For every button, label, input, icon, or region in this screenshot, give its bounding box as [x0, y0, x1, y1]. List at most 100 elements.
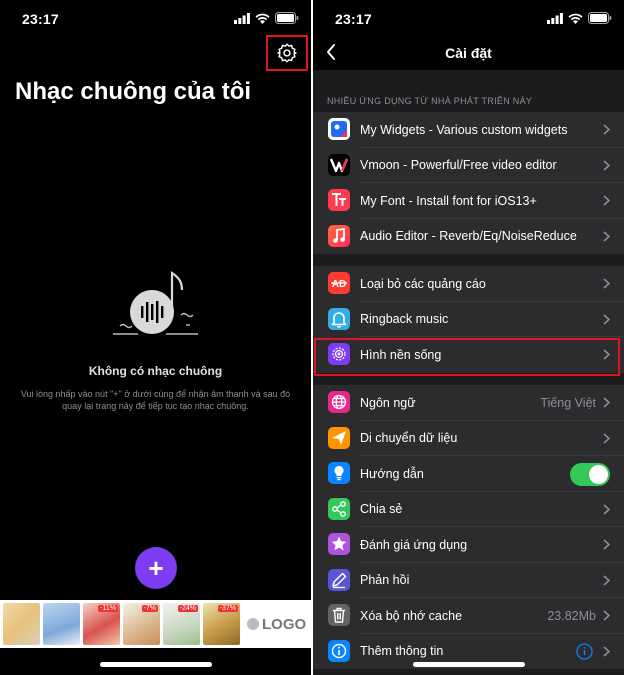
app-row-my-font[interactable]: My Font - Install font for iOS13+: [313, 183, 624, 219]
row-label: Phản hồi: [360, 573, 410, 588]
remove-ads-icon: AD: [328, 272, 350, 294]
settings-button[interactable]: [266, 35, 308, 71]
chevron-right-icon: [603, 610, 610, 621]
ad-product-image[interactable]: [3, 603, 40, 645]
status-bar: 23:17: [313, 0, 624, 36]
send-icon: [328, 426, 350, 449]
info-icon: [328, 639, 350, 662]
language-row[interactable]: Ngôn ngữ Tiếng Việt: [313, 385, 624, 421]
info-circle-icon[interactable]: [576, 642, 593, 660]
row-label: Ringback music: [360, 312, 449, 327]
row-label: Đánh giá ứng dụng: [360, 537, 468, 552]
app-row-audio-editor[interactable]: Audio Editor - Reverb/Eq/NoiseReduce: [313, 219, 624, 255]
empty-state-description: Vui lòng nhấp vào nút "+" ở dưới cùng để…: [20, 389, 291, 411]
feedback-row[interactable]: Phản hồi: [313, 563, 624, 598]
row-label: Chia sẻ: [360, 502, 403, 517]
nav-bar: Cài đặt: [313, 36, 624, 70]
home-indicator: [100, 662, 212, 667]
chevron-right-icon: [603, 159, 610, 171]
discount-badge: -24%: [177, 605, 198, 612]
ringback-music-row[interactable]: Ringback music: [313, 302, 624, 337]
row-label: Thêm thông tin: [360, 644, 444, 659]
add-ringtone-button[interactable]: +: [135, 547, 177, 589]
cache-size-value: 23.82Mb: [547, 608, 596, 623]
general-group: Ngôn ngữ Tiếng Việt Di chuyển dữ liệu Hư…: [313, 385, 624, 669]
plus-icon: +: [148, 553, 164, 583]
svg-text:AD: AD: [332, 279, 346, 290]
row-label: My Font - Install font for iOS13+: [360, 193, 537, 208]
chevron-right-icon: [603, 195, 610, 206]
row-label: Ngôn ngữ: [360, 395, 416, 410]
chevron-right-icon: [603, 539, 610, 550]
ad-banner[interactable]: -11% -7% -24% -37% LOGO: [0, 600, 311, 648]
discount-badge: -11%: [98, 605, 118, 612]
row-label: Vmoon - Powerful/Free video editor: [360, 158, 557, 173]
widgets-icon: [328, 118, 350, 140]
lightbulb-icon: [328, 462, 350, 484]
app-row-vmoon[interactable]: Vmoon - Powerful/Free video editor: [313, 148, 624, 183]
live-wallpaper-highlight: [314, 338, 620, 376]
font-icon: [328, 189, 350, 211]
discount-badge: -7%: [141, 605, 158, 612]
chevron-right-icon: [603, 574, 610, 586]
trash-icon: [328, 604, 350, 626]
rate-app-row[interactable]: Đánh giá ứng dụng: [313, 527, 624, 563]
toggle-knob: [589, 465, 608, 484]
chevron-right-icon: [603, 432, 610, 444]
empty-state-title: Không có nhạc chuông: [88, 364, 223, 378]
ad-product-image[interactable]: [43, 603, 80, 645]
ad-product-image[interactable]: -24%: [163, 603, 200, 645]
logo-dot-icon: [247, 618, 259, 630]
guide-row: Hướng dẫn: [313, 456, 624, 492]
battery-icon: [275, 12, 299, 24]
ringtones-screen: 23:17 Nhạc chuông của tôi Không có nhạc …: [0, 0, 311, 675]
page-title: Nhạc chuông của tôi: [15, 78, 252, 105]
wifi-icon: [568, 13, 583, 24]
status-bar: 23:17: [0, 0, 311, 36]
battery-icon: [588, 12, 612, 24]
remove-ads-row[interactable]: AD Loại bỏ các quảng cáo: [313, 266, 624, 302]
ad-product-image[interactable]: -11%: [83, 603, 120, 645]
status-time: 23:17: [335, 11, 372, 27]
share-icon: [328, 497, 350, 520]
share-row[interactable]: Chia sẻ: [313, 492, 624, 527]
home-indicator: [413, 662, 525, 667]
signal-icon: [547, 12, 563, 24]
chevron-right-icon: [603, 124, 610, 135]
gear-icon: [276, 43, 298, 63]
section-header: NHIỀU ỨNG DỤNG TỪ NHÀ PHÁT TRIỂN NÀY: [327, 96, 533, 106]
ad-product-image[interactable]: -37%: [203, 603, 240, 645]
chevron-right-icon: [603, 230, 610, 242]
chevron-right-icon: [603, 313, 610, 325]
clear-cache-row[interactable]: Xóa bộ nhớ cache 23.82Mb: [313, 598, 624, 634]
row-label: Di chuyển dữ liệu: [360, 431, 458, 446]
chevron-right-icon: [603, 397, 610, 408]
app-row-my-widgets[interactable]: My Widgets - Various custom widgets: [313, 112, 624, 148]
row-label: My Widgets - Various custom widgets: [360, 122, 568, 137]
ad-logo: LOGO: [247, 616, 306, 633]
wifi-icon: [255, 13, 270, 24]
ad-product-image[interactable]: -7%: [123, 603, 160, 645]
status-time: 23:17: [22, 11, 59, 27]
row-label: Hướng dẫn: [360, 466, 424, 481]
developer-apps-group: My Widgets - Various custom widgets Vmoo…: [313, 112, 624, 254]
bell-icon: [328, 307, 350, 330]
ad-logo-text: LOGO: [262, 615, 307, 633]
signal-icon: [234, 12, 250, 24]
row-label: Xóa bộ nhớ cache: [360, 608, 463, 623]
discount-badge: -37%: [217, 605, 238, 612]
row-label: Loại bỏ các quảng cáo: [360, 276, 486, 291]
music-note-illustration: [113, 270, 198, 335]
row-label: Audio Editor - Reverb/Eq/NoiseReduce: [360, 229, 577, 244]
star-icon: [328, 533, 350, 555]
chevron-right-icon: [603, 503, 610, 515]
audio-editor-icon: [328, 224, 350, 247]
status-icons: [234, 12, 299, 24]
migrate-data-row[interactable]: Di chuyển dữ liệu: [313, 421, 624, 456]
language-value: Tiếng Việt: [540, 395, 596, 410]
status-icons: [547, 12, 612, 24]
guide-toggle[interactable]: [570, 463, 610, 486]
chevron-right-icon: [603, 278, 610, 289]
chevron-right-icon: [603, 645, 610, 657]
globe-icon: [328, 391, 350, 413]
